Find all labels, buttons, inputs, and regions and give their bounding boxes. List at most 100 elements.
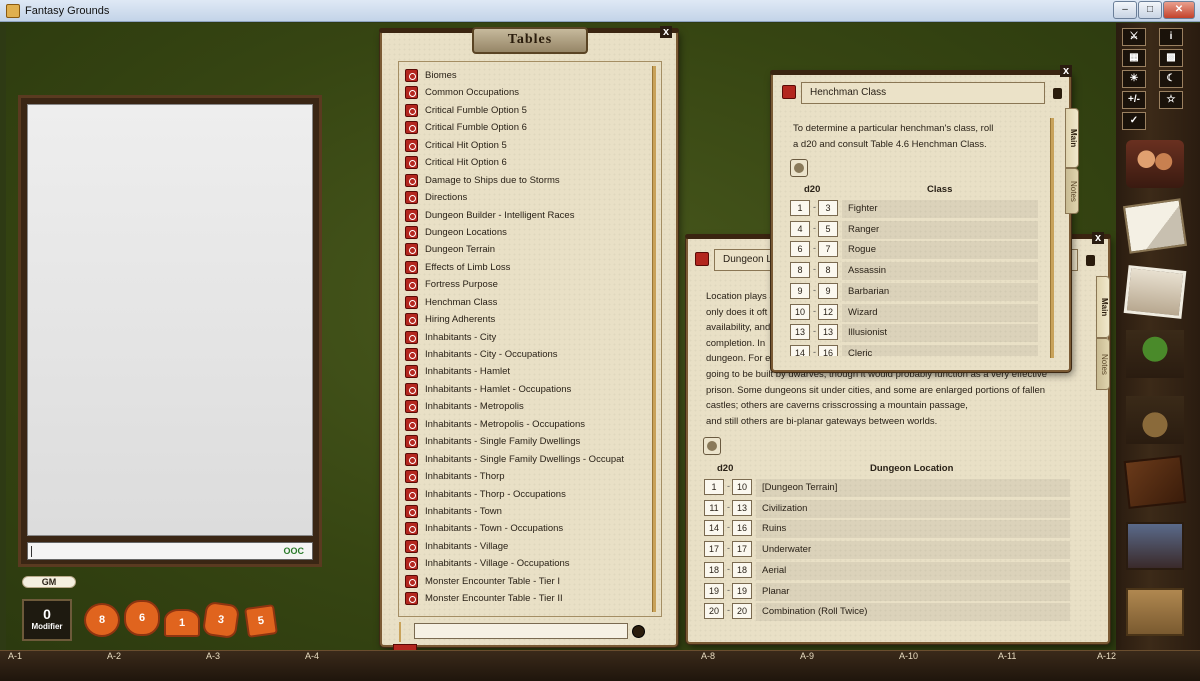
table-record-icon[interactable] [405,86,418,100]
result-text[interactable]: Assassin [848,265,886,276]
result-text[interactable]: Ranger [848,224,879,235]
tokens-icon[interactable] [1126,588,1184,636]
d10-die[interactable]: 1 [164,609,200,637]
party-info-icon[interactable]: i [1159,28,1183,46]
edit-icon[interactable] [632,625,645,638]
tables-close-button[interactable]: x [660,26,672,38]
table-record-icon[interactable] [405,435,418,449]
table-list-item[interactable]: Critical Hit Option 5 [399,137,661,154]
range-to[interactable]: 16 [818,344,838,356]
table-list-item[interactable]: Dungeon Terrain [399,241,661,258]
range-to[interactable]: 16 [732,520,752,537]
range-from[interactable]: 17 [704,541,724,558]
d6-die[interactable]: 5 [244,604,278,638]
table-list-item[interactable]: Critical Fumble Option 6 [399,119,661,136]
result-text[interactable]: Underwater [762,544,811,555]
d8-die[interactable]: 3 [201,600,241,640]
library-icon[interactable]: ▩ [1159,49,1183,67]
table-record-icon[interactable] [405,243,418,257]
hotkey-slot[interactable]: A-4 [305,651,319,661]
result-text[interactable]: Cleric [848,348,872,356]
range-to[interactable]: 12 [818,303,838,320]
result-text[interactable]: Illusionist [848,327,887,338]
table-record-icon[interactable] [405,330,418,344]
range-from[interactable]: 10 [790,303,810,320]
table-record-icon[interactable] [405,156,418,170]
options-icon[interactable]: ✓ [1122,112,1146,130]
range-to[interactable]: 7 [818,241,838,258]
table-record-icon[interactable] [405,487,418,501]
hotkey-slot[interactable]: A-2 [107,651,121,661]
gm-identity-badge[interactable]: GM [22,576,76,588]
table-record-icon[interactable] [405,470,418,484]
table-list-item[interactable]: Inhabitants - Town [399,503,661,520]
henchman-roll-button[interactable] [790,159,808,177]
result-text[interactable]: Planar [762,586,789,597]
range-from[interactable]: 9 [790,282,810,299]
range-to[interactable]: 18 [732,561,752,578]
table-list-item[interactable]: Inhabitants - Village [399,538,661,555]
hotkey-slot[interactable]: A-3 [206,651,220,661]
calendar-icon[interactable]: ▦ [1122,49,1146,67]
table-record-icon[interactable] [405,225,418,239]
table-list-item[interactable]: Biomes [399,67,661,84]
table-list-item[interactable]: Inhabitants - Hamlet - Occupations [399,381,661,398]
record-link-icon[interactable] [782,85,796,99]
table-record-icon[interactable] [405,504,418,518]
result-text[interactable]: Fighter [848,203,878,214]
table-record-icon[interactable] [405,208,418,222]
range-from[interactable]: 13 [790,324,810,341]
table-list-item[interactable]: Inhabitants - Metropolis [399,398,661,415]
tables-filter-input[interactable] [414,623,628,639]
characters-icon[interactable] [1126,140,1184,188]
chat-log[interactable] [27,104,313,536]
range-to[interactable]: 19 [732,582,752,599]
range-from[interactable]: 6 [790,241,810,258]
images-icon[interactable] [1123,265,1187,319]
table-list-item[interactable]: Inhabitants - Hamlet [399,363,661,380]
henchman-close-button[interactable]: x [1060,65,1072,77]
hotkey-slot[interactable]: A-11 [998,651,1016,661]
npcs-icon[interactable] [1126,330,1184,378]
range-from[interactable]: 20 [704,603,724,620]
lighting-icon[interactable]: ☀ [1122,70,1146,88]
dungeon-roll-button[interactable] [703,437,721,455]
table-list-item[interactable]: Inhabitants - Village - Occupations [399,555,661,572]
table-record-icon[interactable] [405,522,418,536]
table-record-icon[interactable] [405,557,418,571]
table-list-item[interactable]: Directions [399,189,661,206]
table-list-item[interactable]: Inhabitants - Single Family Dwellings [399,433,661,450]
tables-list[interactable]: Biomes Common Occupations Critical Fumble … [398,61,662,617]
table-list-item[interactable]: Inhabitants - Thorp - Occupations [399,486,661,503]
result-text[interactable]: Barbarian [848,286,889,297]
table-list-item[interactable]: Monster Encounter Table - Tier II [399,590,661,607]
henchman-scrollbar[interactable] [1050,118,1054,358]
result-text[interactable]: Aerial [762,565,786,576]
result-text[interactable]: Rogue [848,244,876,255]
table-record-icon[interactable] [405,260,418,274]
range-to[interactable]: 3 [818,200,838,216]
table-record-icon[interactable] [405,574,418,588]
table-record-icon[interactable] [405,592,418,606]
henchman-name-field[interactable]: Henchman Class [801,82,1045,104]
tab-main[interactable]: Main [1096,276,1110,338]
table-record-icon[interactable] [405,121,418,135]
table-list-item[interactable]: Fortress Purpose [399,276,661,293]
hotkey-slot[interactable]: A-12 [1097,651,1116,661]
table-record-icon[interactable] [405,400,418,414]
dungeon-close-button[interactable]: x [1092,232,1104,244]
table-record-icon[interactable] [405,191,418,205]
table-list-item[interactable]: Dungeon Builder - Intelligent Races [399,207,661,224]
d20-die[interactable]: 8 [84,603,120,637]
ooc-toggle[interactable]: OOC [283,546,304,556]
hotkey-slot[interactable]: A-8 [701,651,715,661]
table-list-item[interactable]: Inhabitants - Metropolis - Occupations [399,416,661,433]
range-to[interactable]: 8 [818,262,838,279]
tables-scrollbar[interactable] [652,66,656,612]
range-to[interactable]: 13 [818,324,838,341]
library-books-icon[interactable] [1126,522,1184,570]
table-list-item[interactable]: Inhabitants - City - Occupations [399,346,661,363]
table-list-item[interactable]: Inhabitants - Single Family Dwellings - … [399,451,661,468]
maximize-button[interactable]: □ [1138,1,1162,19]
range-from[interactable]: 4 [790,220,810,237]
